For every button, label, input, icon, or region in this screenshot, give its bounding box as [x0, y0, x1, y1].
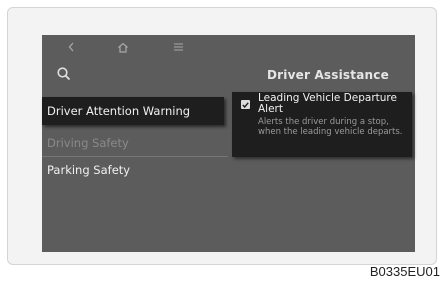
menu-item-driving-safety[interactable]: Driving Safety [42, 134, 230, 152]
checkbox[interactable] [241, 100, 250, 109]
home-icon[interactable] [116, 39, 130, 55]
chevron-left-icon[interactable] [66, 39, 76, 55]
menu-item-driver-attention-warning[interactable]: Driver Attention Warning [42, 97, 224, 125]
menu-item-parking-safety[interactable]: Parking Safety [42, 161, 230, 179]
search-icon[interactable] [56, 66, 72, 82]
menu-icon[interactable] [172, 39, 184, 55]
page-title: Driver Assistance [267, 68, 389, 82]
option-panel[interactable]: Leading Vehicle Departure Alert Alerts t… [232, 92, 412, 157]
option-title: Leading Vehicle Departure Alert [258, 92, 397, 115]
figure-code: B0335EU01 [369, 264, 440, 279]
divider [42, 156, 228, 157]
option-description: Alerts the driver during a stop, when th… [258, 117, 403, 137]
check-icon [242, 101, 249, 108]
infotainment-screen: Driver Assistance Driver Attention Warni… [42, 35, 415, 252]
